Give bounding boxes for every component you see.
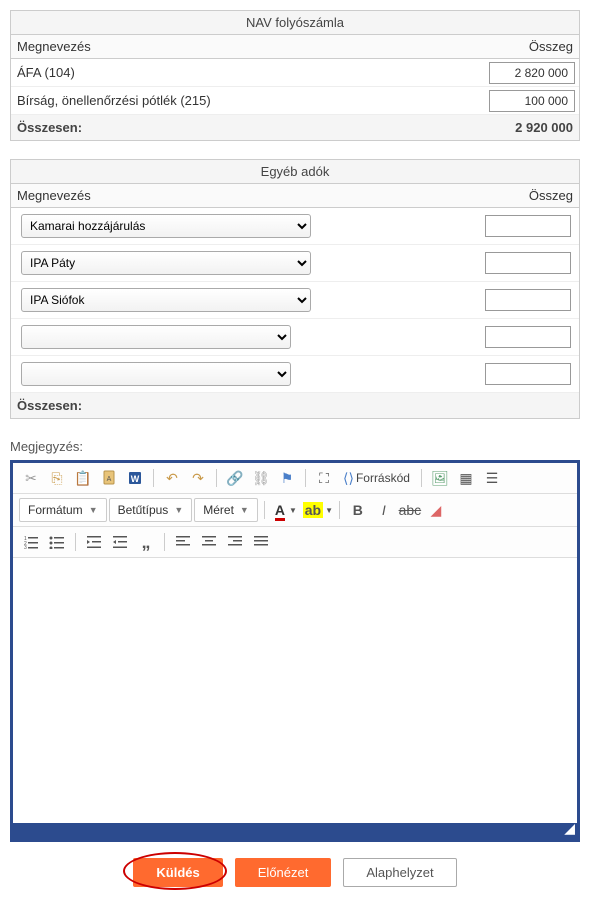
amount-input[interactable]: [485, 363, 571, 385]
total-value: [479, 393, 579, 418]
bold-icon[interactable]: B: [346, 499, 370, 521]
col-amount: Összeg: [479, 184, 579, 207]
rich-text-editor: ✂ ⎘ 📋 A W ↶ ↷ 🔗 ⛓ ⚑ ⛶ ⟨⟩ Forráskód 🖼 ▦ ☰…: [10, 460, 580, 842]
ol-icon[interactable]: 123: [19, 531, 43, 553]
row-value[interactable]: 100 000: [489, 90, 575, 112]
preview-button[interactable]: Előnézet: [235, 858, 332, 887]
total-label: Összesen:: [11, 393, 479, 418]
svg-text:A: A: [107, 476, 112, 483]
anchor-icon[interactable]: ⚑: [275, 467, 299, 489]
col-name: Megnevezés: [11, 184, 479, 207]
nav-table-title: NAV folyószámla: [11, 11, 579, 35]
amount-input[interactable]: [485, 289, 571, 311]
table-row: Kamarai hozzájárulás: [11, 208, 579, 245]
other-total-row: Összesen:: [11, 393, 579, 418]
svg-text:3: 3: [24, 545, 27, 549]
bg-color-icon[interactable]: ab ▼: [303, 499, 333, 521]
table-icon[interactable]: ▦: [454, 467, 478, 489]
table-row: ÁFA (104) 2 820 000: [11, 59, 579, 87]
paste-text-icon[interactable]: A: [97, 467, 121, 489]
indent-icon[interactable]: [108, 531, 132, 553]
reset-button[interactable]: Alaphelyzet: [343, 858, 456, 887]
other-table-title: Egyéb adók: [11, 160, 579, 184]
align-justify-icon[interactable]: [249, 531, 273, 553]
hr-icon[interactable]: ☰: [480, 467, 504, 489]
size-dropdown[interactable]: Méret▼: [194, 498, 258, 522]
total-label: Összesen:: [11, 115, 479, 140]
font-dropdown[interactable]: Betűtípus▼: [109, 498, 193, 522]
format-dropdown[interactable]: Formátum▼: [19, 498, 107, 522]
nav-total-row: Összesen: 2 920 000: [11, 115, 579, 140]
unlink-icon[interactable]: ⛓: [249, 467, 273, 489]
tax-select[interactable]: IPA Páty: [21, 251, 311, 275]
other-table-header: Megnevezés Összeg: [11, 184, 579, 208]
row-value[interactable]: 2 820 000: [489, 62, 575, 84]
link-icon[interactable]: 🔗: [223, 467, 247, 489]
editor-toolbar-1: ✂ ⎘ 📋 A W ↶ ↷ 🔗 ⛓ ⚑ ⛶ ⟨⟩ Forráskód 🖼 ▦ ☰: [13, 463, 577, 494]
undo-icon[interactable]: ↶: [160, 467, 184, 489]
table-row: IPA Páty: [11, 245, 579, 282]
amount-input[interactable]: [485, 326, 571, 348]
cut-icon[interactable]: ✂: [19, 467, 43, 489]
paste-icon[interactable]: 📋: [71, 467, 95, 489]
tax-select[interactable]: Kamarai hozzájárulás: [21, 214, 311, 238]
table-row: [11, 319, 579, 356]
italic-icon[interactable]: I: [372, 499, 396, 521]
paste-word-icon[interactable]: W: [123, 467, 147, 489]
blockquote-icon[interactable]: „: [134, 531, 158, 553]
editor-content[interactable]: [13, 558, 577, 823]
resize-grip-icon[interactable]: ◢: [564, 820, 575, 837]
notes-label: Megjegyzés:: [10, 439, 580, 454]
tax-select[interactable]: [21, 362, 291, 386]
editor-toolbar-3: 123 „: [13, 527, 577, 558]
col-amount: Összeg: [479, 35, 579, 58]
copy-icon[interactable]: ⎘: [45, 467, 69, 489]
amount-input[interactable]: [485, 252, 571, 274]
nav-table-header: Megnevezés Összeg: [11, 35, 579, 59]
editor-resize-bar: ◢: [13, 823, 577, 839]
table-row: IPA Siófok: [11, 282, 579, 319]
submit-button[interactable]: Küldés: [133, 858, 222, 887]
action-bar: Küldés Előnézet Alaphelyzet: [10, 858, 580, 887]
row-label: Bírság, önellenőrzési pótlék (215): [11, 89, 479, 112]
table-row: [11, 356, 579, 393]
image-icon[interactable]: 🖼: [428, 467, 452, 489]
strike-icon[interactable]: abc: [398, 499, 422, 521]
col-name: Megnevezés: [11, 35, 479, 58]
svg-text:W: W: [131, 474, 140, 484]
outdent-icon[interactable]: [82, 531, 106, 553]
align-left-icon[interactable]: [171, 531, 195, 553]
ul-icon[interactable]: [45, 531, 69, 553]
other-taxes-table: Egyéb adók Megnevezés Összeg Kamarai hoz…: [10, 159, 580, 419]
maximize-icon[interactable]: ⛶: [312, 467, 336, 489]
text-color-icon[interactable]: A ▼: [271, 499, 301, 521]
editor-toolbar-2: Formátum▼ Betűtípus▼ Méret▼ A ▼ ab ▼ B I…: [13, 494, 577, 527]
row-label: ÁFA (104): [11, 61, 479, 84]
align-center-icon[interactable]: [197, 531, 221, 553]
amount-input[interactable]: [485, 215, 571, 237]
total-value: 2 920 000: [479, 115, 579, 140]
tax-select[interactable]: [21, 325, 291, 349]
table-row: Bírság, önellenőrzési pótlék (215) 100 0…: [11, 87, 579, 115]
source-icon[interactable]: ⟨⟩ Forráskód: [338, 467, 415, 489]
tax-select[interactable]: IPA Siófok: [21, 288, 311, 312]
align-right-icon[interactable]: [223, 531, 247, 553]
remove-format-icon[interactable]: ◢: [424, 499, 448, 521]
redo-icon[interactable]: ↷: [186, 467, 210, 489]
nav-account-table: NAV folyószámla Megnevezés Összeg ÁFA (1…: [10, 10, 580, 141]
